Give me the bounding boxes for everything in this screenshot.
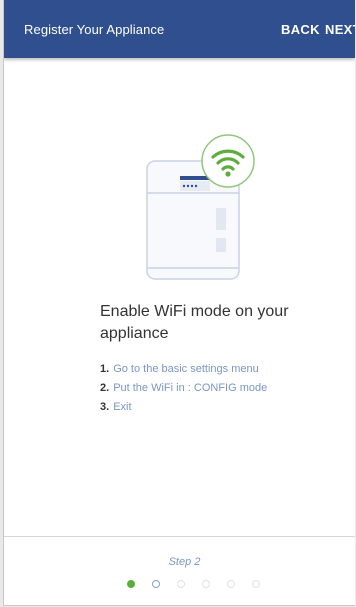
top-app-bar: Register Your Appliance BACK NEXT	[4, 0, 355, 58]
instruction-list: 1. Go to the basic settings menu 2. Put th…	[100, 360, 267, 417]
wifi-icon	[201, 134, 255, 188]
step-dot-2	[152, 580, 160, 588]
step-text: Go to the basic settings menu	[113, 363, 259, 375]
step-text: Exit	[113, 401, 132, 413]
instruction-heading: Enable WiFi mode on your appliance	[100, 303, 289, 342]
list-item: 1. Go to the basic settings menu	[100, 360, 267, 379]
list-item: 3. Exit	[100, 398, 267, 417]
app-screen: Register Your Appliance BACK NEXT Enable…	[3, 0, 355, 606]
next-button[interactable]: NEXT	[325, 22, 355, 37]
step-number: 3.	[100, 401, 110, 413]
step-dot-1	[127, 580, 135, 588]
list-item: 2. Put the WiFi in : CONFIG mode	[100, 379, 267, 398]
step-number: 1.	[100, 363, 110, 375]
step-dot-6	[252, 580, 260, 588]
step-text: Put the WiFi in : CONFIG mode	[113, 382, 268, 394]
step-indicator-label: Step 2	[168, 556, 201, 568]
step-dot-4	[202, 580, 210, 588]
footer-divider	[4, 536, 355, 537]
page-title: Register Your Appliance	[24, 22, 165, 37]
back-button[interactable]: BACK	[281, 22, 320, 37]
step-number: 2.	[100, 382, 110, 394]
appliance-illustration	[146, 134, 255, 280]
step-dot-5	[227, 580, 235, 588]
step-dot-3	[177, 580, 185, 588]
